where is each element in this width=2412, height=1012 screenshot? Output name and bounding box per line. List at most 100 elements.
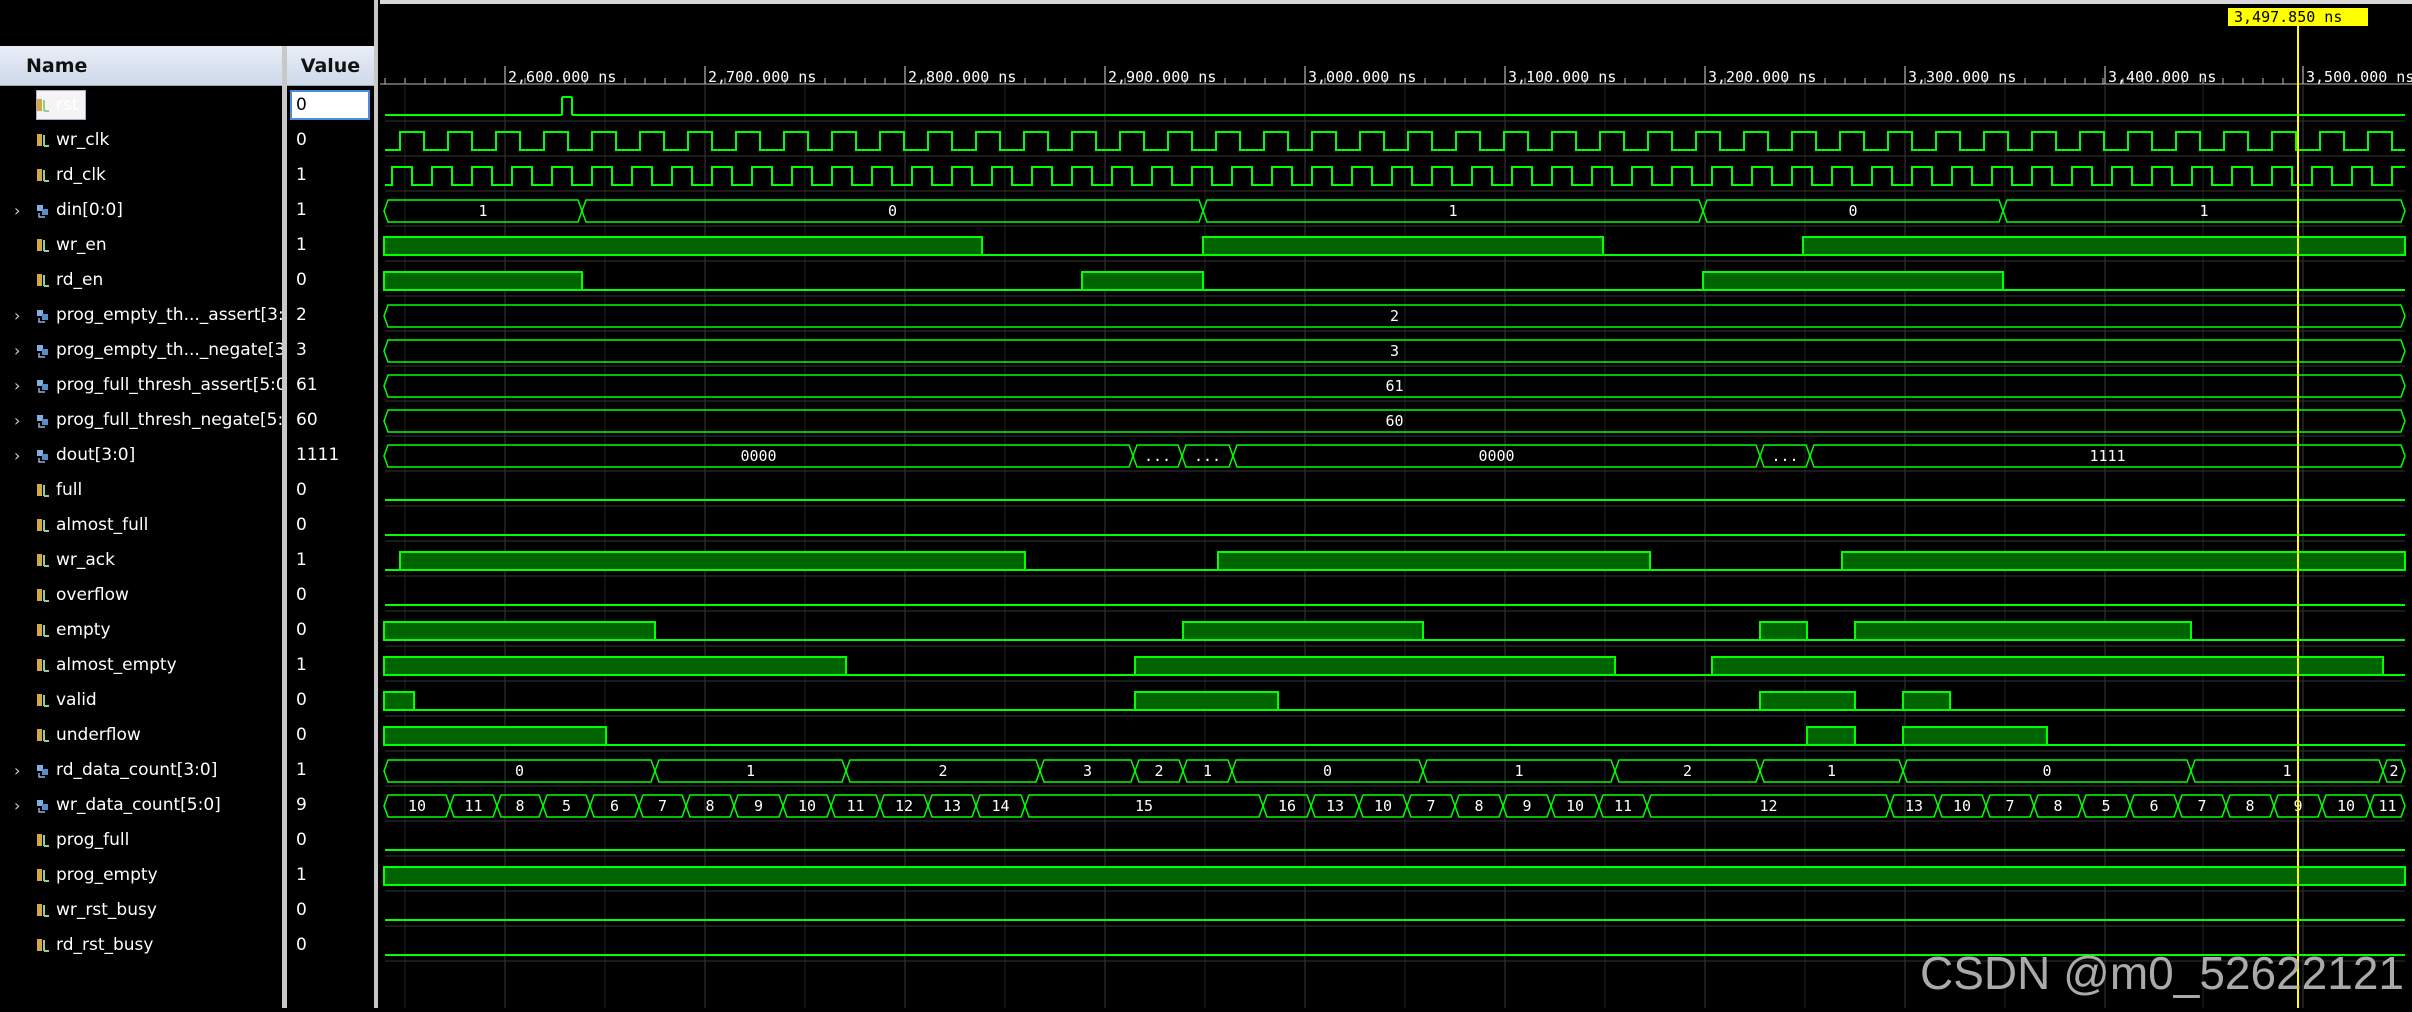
- wave-rd_en: [383, 271, 2405, 291]
- signal-row[interactable]: empty 0: [0, 613, 376, 648]
- signal-row[interactable]: full 0: [0, 473, 376, 508]
- bus-value-label: 7: [2197, 797, 2206, 815]
- signal-name: wr_data_count[5:0]: [56, 795, 221, 815]
- wave-high: [1202, 236, 1604, 256]
- bus-value-label: 13: [1905, 797, 1923, 815]
- ruler-tick-label: 2,600.000 ns: [508, 68, 616, 86]
- bus-value-label: 2: [938, 762, 947, 780]
- wave-high: [1081, 271, 1204, 291]
- expand-chevron-icon[interactable]: ›: [14, 333, 26, 368]
- ruler-tick-label: 2,700.000 ns: [708, 68, 816, 86]
- signal-row[interactable]: › prog_empty_th..._assert[3:0] 2: [0, 298, 376, 333]
- expand-chevron-icon[interactable]: ›: [14, 753, 26, 788]
- signal-row[interactable]: wr_rst_busy 0: [0, 893, 376, 928]
- wave-high: [399, 551, 1026, 571]
- signal-row[interactable]: › prog_full_thresh_assert[5:0] 61: [0, 368, 376, 403]
- signal-value: 0: [296, 270, 307, 290]
- wave-high: [1711, 656, 2384, 676]
- bus-value-label: 13: [1326, 797, 1344, 815]
- expand-chevron-icon[interactable]: ›: [14, 788, 26, 823]
- bus-value-label: 60: [1385, 412, 1403, 430]
- waveform-viewer[interactable]: 2,600.000 ns 2,700.000 ns 2,800.000 ns 2,90…: [380, 4, 2412, 1008]
- bus-value-label: 0: [1848, 202, 1857, 220]
- wave-high: [383, 621, 656, 641]
- value-column-header[interactable]: Value: [287, 46, 374, 86]
- signal-value: 9: [296, 795, 307, 815]
- wave-prog_empty_th..._assert[3:0]: 2: [383, 304, 2406, 328]
- wave-high: [1902, 691, 1951, 711]
- signal-row[interactable]: valid 0: [0, 683, 376, 718]
- signal-value: 1: [296, 165, 307, 185]
- signal-row[interactable]: › dout[3:0] 1111: [0, 438, 376, 473]
- bus-value-label: 2: [1683, 762, 1692, 780]
- bus-signal-icon: [36, 377, 50, 394]
- signal-name: full: [56, 480, 83, 500]
- bus-value-label: ...: [1144, 447, 1171, 465]
- expand-chevron-icon[interactable]: ›: [14, 368, 26, 403]
- signal-row[interactable]: › rd_data_count[3:0] 1: [0, 753, 376, 788]
- bus-value-label: 9: [1522, 797, 1531, 815]
- expand-chevron-icon[interactable]: ›: [14, 298, 26, 333]
- signal-name: rst: [56, 95, 79, 115]
- bit-signal-icon: [36, 867, 50, 884]
- bus-value-label: 8: [705, 797, 714, 815]
- clock-trace: [385, 166, 2405, 186]
- expand-chevron-icon[interactable]: ›: [14, 193, 26, 228]
- bus-value-label: 12: [895, 797, 913, 815]
- bus-value-label: 0: [515, 762, 524, 780]
- bus-value-label: 16: [1278, 797, 1296, 815]
- signal-row[interactable]: rd_clk 1: [0, 158, 376, 193]
- signal-row[interactable]: overflow 0: [0, 578, 376, 613]
- signal-name: prog_full_thresh_negate[5:0]: [56, 410, 282, 430]
- bit-signal-icon: [36, 587, 50, 604]
- signal-name: prog_empty: [56, 865, 158, 885]
- expand-chevron-icon[interactable]: ›: [14, 438, 26, 473]
- signal-name: overflow: [56, 585, 129, 605]
- ruler-tick-label: 2,900.000 ns: [1108, 68, 1216, 86]
- bus-value-label: ...: [1771, 447, 1798, 465]
- signal-name: prog_full_thresh_assert[5:0]: [56, 375, 282, 395]
- signal-list-panel: Name Value rst 0 wr_clk 0 rd_clk 1 › din[0:0] 1 w…: [0, 0, 376, 1008]
- signal-row[interactable]: underflow 0: [0, 718, 376, 753]
- wave-high: [1702, 271, 2004, 291]
- waveform-canvas[interactable]: 2,600.000 ns 2,700.000 ns 2,800.000 ns 2,90…: [380, 4, 2412, 1008]
- bit-signal-icon: [36, 97, 50, 114]
- signal-row[interactable]: › prog_full_thresh_negate[5:0] 60: [0, 403, 376, 438]
- signal-value: 0: [296, 690, 307, 710]
- wave-high: [1134, 656, 1616, 676]
- signal-row[interactable]: rst 0: [0, 88, 376, 123]
- bit-signal-icon: [36, 937, 50, 954]
- signal-row[interactable]: rd_en 0: [0, 263, 376, 298]
- ruler-tick-label: 2,800.000 ns: [908, 68, 1016, 86]
- wave-high: [1182, 621, 1424, 641]
- signal-row[interactable]: › prog_empty_th..._negate[3:0] 3: [0, 333, 376, 368]
- signal-row[interactable]: › wr_data_count[5:0] 9: [0, 788, 376, 823]
- bus-value-label: 5: [2101, 797, 2110, 815]
- bus-value-label: 1: [1203, 762, 1212, 780]
- bus-value-label: 11: [1614, 797, 1632, 815]
- signal-name: wr_ack: [56, 550, 116, 570]
- signal-row[interactable]: wr_en 1: [0, 228, 376, 263]
- column-divider[interactable]: [282, 46, 287, 1008]
- wave-almost_empty: [383, 656, 2405, 676]
- panel-splitter[interactable]: [374, 0, 378, 1008]
- signal-row[interactable]: › din[0:0] 1: [0, 193, 376, 228]
- signal-row[interactable]: almost_full 0: [0, 508, 376, 543]
- bit-signal-icon: [36, 482, 50, 499]
- signal-row[interactable]: wr_clk 0: [0, 123, 376, 158]
- signal-name: underflow: [56, 725, 141, 745]
- wave-high: [1841, 551, 2406, 571]
- bit-signal-icon: [36, 517, 50, 534]
- expand-chevron-icon[interactable]: ›: [14, 403, 26, 438]
- bus-value-label: 10: [1953, 797, 1971, 815]
- wave-rst: [385, 96, 2405, 116]
- bus-value-label: 1: [2282, 762, 2291, 780]
- wave-high: [1217, 551, 1651, 571]
- signal-row[interactable]: wr_ack 1: [0, 543, 376, 578]
- bit-signal-icon: [36, 132, 50, 149]
- name-column-header[interactable]: Name: [0, 46, 282, 86]
- signal-row[interactable]: rd_rst_busy 0: [0, 928, 376, 963]
- signal-row[interactable]: almost_empty 1: [0, 648, 376, 683]
- signal-row[interactable]: prog_full 0: [0, 823, 376, 858]
- signal-row[interactable]: prog_empty 1: [0, 858, 376, 893]
